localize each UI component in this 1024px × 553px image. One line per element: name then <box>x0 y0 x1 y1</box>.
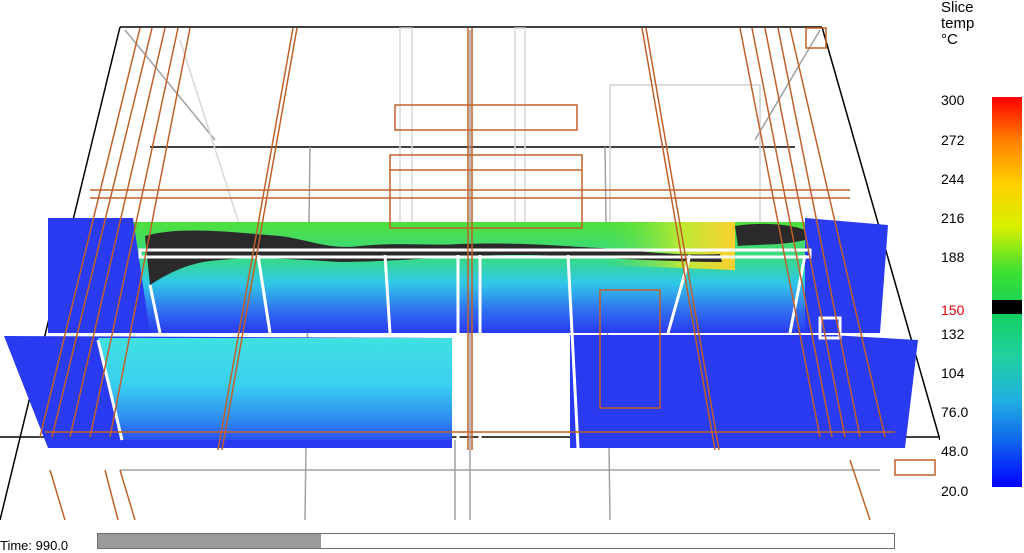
colorbar-tick: 244 <box>941 171 965 187</box>
colorbar-title-line: °C <box>941 31 958 48</box>
colorbar-tick: 132 <box>941 326 965 342</box>
colorbar-tick: 20.0 <box>941 483 969 499</box>
time-slider-fill[interactable] <box>98 534 321 548</box>
colorbar-tick: 48.0 <box>941 443 969 459</box>
colorbar-tick: 76.0 <box>941 404 969 420</box>
time-label: Time: 990.0 <box>0 538 69 553</box>
lower-temperature-slice <box>4 335 918 448</box>
colorbar-tick-highlight: 150 <box>941 302 965 318</box>
colorbar-title-line: Slice <box>941 0 974 16</box>
colorbar-gradient <box>992 97 1022 487</box>
colorbar-tick: 300 <box>941 92 965 108</box>
colorbar-tick: 104 <box>941 365 965 381</box>
colorbar-tick: 216 <box>941 210 965 226</box>
time-slider[interactable] <box>97 533 895 549</box>
colorbar-title: Slice temp °C <box>941 0 974 48</box>
colorbar-tick: 272 <box>941 132 965 148</box>
colorbar-threshold-marker <box>992 300 1022 314</box>
scene-viewport[interactable] <box>0 0 940 520</box>
colorbar-title-line: temp <box>941 15 975 32</box>
colorbar-tick: 188 <box>941 249 965 265</box>
